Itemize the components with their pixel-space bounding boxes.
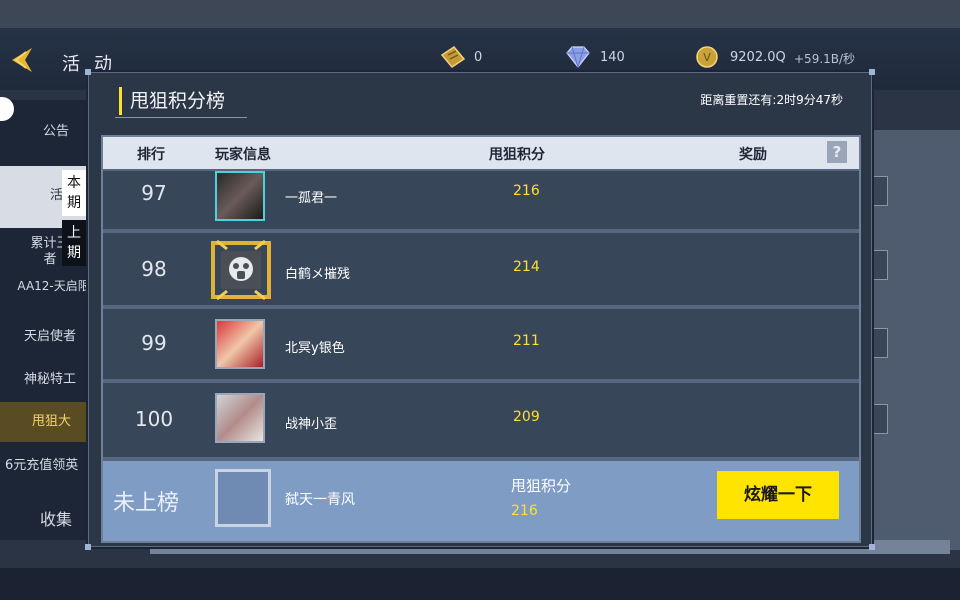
corner-decoration (869, 544, 875, 550)
column-reward: 奖励 (739, 147, 767, 163)
table-row[interactable]: 100 战神小歪 209 (103, 383, 859, 457)
rank-number: 99 (141, 331, 167, 355)
rank-number: 100 (134, 407, 174, 431)
my-score-label: 甩狙积分 (511, 477, 572, 495)
table-row[interactable]: 99 北冥y银色 211 (103, 309, 859, 379)
player-score: 209 (513, 409, 540, 425)
player-name: 一孤君一 (285, 191, 338, 206)
table-header: 排行 玩家信息 甩狙积分 奖励 ? (103, 137, 859, 169)
svg-text:V: V (703, 51, 711, 64)
corner-decoration (869, 69, 875, 75)
avatar (215, 319, 265, 369)
my-rank-row: 未上榜 弑天一青风 甩狙积分 216 炫耀一下 (103, 461, 859, 541)
help-icon[interactable]: ? (827, 141, 847, 163)
tab-previous-period[interactable]: 上期 (62, 220, 86, 266)
sidebar-item-cumulative[interactable]: 累计王者 (0, 236, 70, 268)
currency-coin[interactable]: V 9202.0Q (694, 44, 786, 70)
corner-decoration (85, 544, 91, 550)
bottom-bar (0, 568, 960, 600)
corner-decoration (85, 69, 91, 75)
currency-ticket[interactable]: 0 (438, 44, 482, 70)
player-name: 白鹤メ摧残 (285, 267, 351, 282)
leaderboard-dialog: 甩狙积分榜 距离重置还有:2时9分47秒 排行 玩家信息 甩狙积分 奖励 ? 9… (85, 69, 875, 550)
table-row[interactable]: 98 白鹤メ摧残 214 (103, 233, 859, 305)
income-rate: +59.1B/秒 (794, 52, 856, 66)
rank-number: 97 (141, 181, 167, 205)
diamond-count: 140 (600, 49, 625, 65)
status-strip (0, 0, 960, 28)
coin-icon: V (696, 46, 718, 68)
diamond-icon (566, 46, 590, 69)
tab-current-period[interactable]: 本期 (62, 170, 86, 216)
coin-count: 9202.0Q (730, 49, 786, 65)
player-score: 211 (513, 333, 540, 349)
avatar (215, 393, 265, 443)
table-row[interactable]: 97 一孤君一 216 (103, 171, 859, 229)
ticket-count: 0 (474, 49, 483, 65)
rank-number: 98 (141, 257, 167, 281)
ticket-icon (440, 46, 466, 68)
my-player-name: 弑天一青风 (285, 492, 355, 508)
player-name: 北冥y银色 (285, 341, 345, 356)
column-score: 甩狙积分 (489, 147, 545, 163)
my-score: 216 (511, 503, 538, 519)
back-arrow-icon[interactable] (6, 44, 38, 76)
dialog-title: 甩狙积分榜 (119, 87, 225, 115)
player-score: 216 (513, 183, 540, 199)
currency-diamond[interactable]: 140 (564, 44, 625, 70)
leaderboard-table: 排行 玩家信息 甩狙积分 奖励 ? 97 一孤君一 216 98 白鹤メ摧残 2… (101, 135, 861, 543)
title-underline (115, 117, 247, 118)
avatar (215, 171, 265, 221)
player-name: 战神小歪 (285, 417, 338, 432)
player-score: 214 (513, 259, 540, 275)
my-rank-status: 未上榜 (113, 491, 180, 516)
reset-countdown: 距离重置还有:2时9分47秒 (700, 93, 843, 107)
column-player: 玩家信息 (215, 147, 271, 163)
column-rank: 排行 (137, 147, 165, 163)
my-avatar-frame (215, 469, 271, 527)
gasmask-avatar-icon (211, 239, 271, 301)
show-off-button[interactable]: 炫耀一下 (717, 471, 839, 519)
